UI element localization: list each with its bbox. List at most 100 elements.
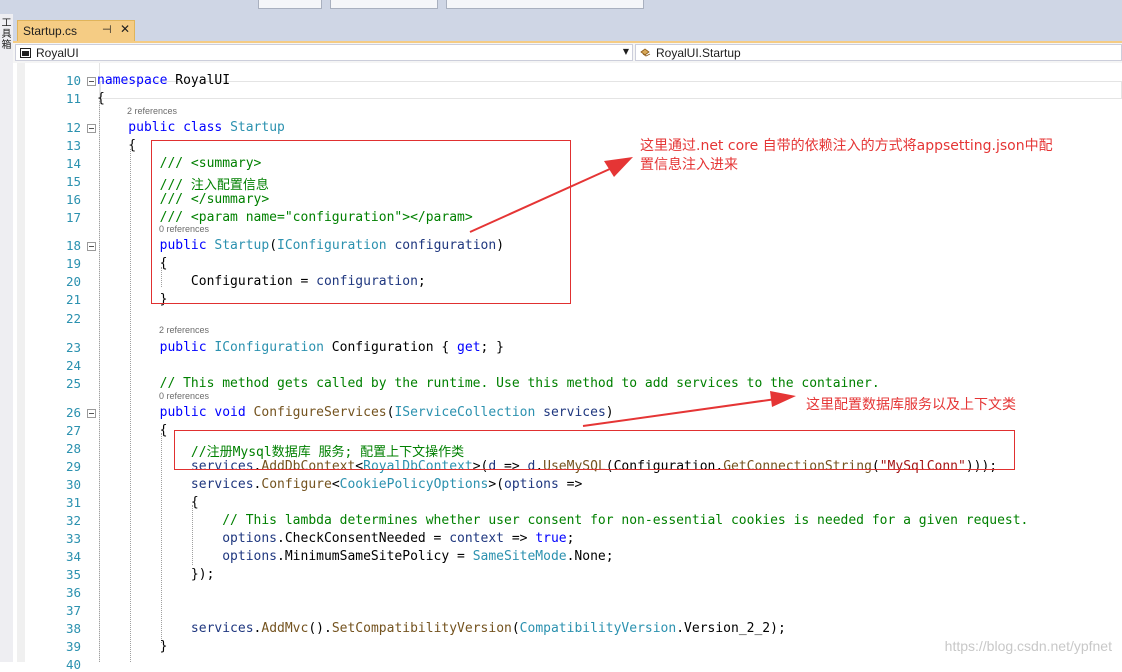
line-number: 19 [65,256,81,271]
highlight-box-dbcontext [174,430,1015,470]
toolbar-combo-config[interactable] [258,0,322,9]
code-token: SameSiteMode [472,549,567,564]
code-token: < [331,477,340,492]
code-line[interactable]: { [97,91,105,106]
code-line[interactable]: // This lambda determines whether user c… [97,513,1028,528]
line-number: 20 [65,274,81,289]
toolbar-combo-platform[interactable] [330,0,438,9]
chevron-down-icon[interactable]: ▼ [623,47,629,56]
code-line[interactable]: services.Configure<CookiePolicyOptions>(… [97,477,582,492]
code-line[interactable]: public void ConfigureServices(IServiceCo… [97,405,614,420]
code-token: Startup [230,120,285,135]
code-token: // This method gets called by the runtim… [97,376,880,391]
project-dropdown[interactable]: RoyalUI ▼ [15,44,633,61]
code-token: ; [566,531,575,546]
code-token: ; } [480,340,505,355]
code-token: >( [488,477,505,492]
collapse-icon[interactable] [87,409,96,418]
line-number: 25 [65,376,81,391]
close-icon[interactable]: ✕ [120,22,130,36]
code-line[interactable]: // This method gets called by the runtim… [97,376,880,391]
code-token: true [535,531,567,546]
code-line[interactable]: services.AddMvc().SetCompatibilityVersio… [97,621,786,636]
code-token: void [214,405,254,420]
codelens-references[interactable]: 2 references [127,106,177,116]
code-token: services [543,405,606,420]
line-number: 15 [65,174,81,189]
code-token: public [97,340,215,355]
codelens-references[interactable]: 0 references [159,391,209,401]
toolbar-combo-target[interactable] [446,0,644,9]
code-line[interactable]: options.CheckConsentNeeded = context => … [97,531,574,546]
code-token: .Version_2_2); [676,621,786,636]
code-line[interactable]: public class Startup [97,120,285,135]
line-number: 10 [65,73,81,88]
code-token: RoyalUI [175,73,231,88]
line-number: 17 [65,210,81,225]
line-number: 30 [65,477,81,492]
line-number: 27 [65,423,81,438]
annotation-di-note: 这里通过.net core 自带的依赖注入的方式将appsetting.json… [640,137,1118,175]
indicator-margin[interactable] [17,63,25,662]
collapse-icon[interactable] [87,77,96,86]
code-token: .CheckConsentNeeded = [277,531,450,546]
code-token: CompatibilityVersion [519,621,677,636]
line-number: 28 [65,441,81,456]
line-number: 35 [65,567,81,582]
code-line[interactable]: { [97,423,168,438]
code-line[interactable]: namespace RoyalUI [97,73,230,88]
code-line[interactable]: { [97,138,136,153]
code-token: class [183,120,231,135]
code-token: SetCompatibilityVersion [331,621,512,636]
annotation-di-note-line2: 置信息注入进来 [640,157,738,173]
code-token: CookiePolicyOptions [339,477,489,492]
line-number: 29 [65,459,81,474]
current-line-highlight [100,81,1122,99]
type-dropdown[interactable]: RoyalUI.Startup [635,44,1122,61]
main-toolbar [0,0,1122,15]
toolbox-label[interactable]: 工具箱 [0,18,13,51]
document-tab-strip: Startup.cs ⊣ ✕ [13,14,1122,41]
code-token: { [97,423,168,438]
code-token: => [558,477,583,492]
line-number: 18 [65,238,81,253]
code-token: namespace [97,73,176,88]
code-token: public [97,405,215,420]
collapse-icon[interactable] [87,242,96,251]
code-line[interactable]: options.MinimumSameSitePolicy = SameSite… [97,549,613,564]
line-number: 12 [65,120,81,135]
code-token: }); [97,567,215,582]
code-line[interactable]: public IConfiguration Configuration { ge… [97,340,504,355]
highlight-box-constructor [151,140,571,304]
annotation-di-note-line1: 这里通过.net core 自带的依赖注入的方式将appsetting.json… [640,138,1053,154]
line-number: 24 [65,358,81,373]
codelens-references[interactable]: 2 references [159,325,209,335]
code-token: public [97,120,184,135]
code-token: .MinimumSameSitePolicy = [277,549,473,564]
code-line[interactable]: { [97,495,199,510]
tab-startup-cs[interactable]: Startup.cs ⊣ ✕ [17,20,135,41]
code-token: ConfigureServices [253,405,387,420]
collapse-icon[interactable] [87,124,96,133]
toolbox-side-panel[interactable]: 工具箱 [0,14,14,662]
code-token: { [97,91,105,106]
code-token: Configuration { [323,340,458,355]
code-line[interactable]: } [97,639,168,654]
line-number: 11 [65,91,81,106]
code-token: => [504,531,536,546]
navigation-bar: RoyalUI ▼ RoyalUI.Startup [13,43,1122,64]
code-line[interactable]: }); [97,567,215,582]
code-token: services [97,477,254,492]
line-number: 33 [65,531,81,546]
line-number: 38 [65,621,81,636]
code-token: IConfiguration [214,340,324,355]
pin-icon[interactable]: ⊣ [102,23,112,36]
code-token: (). [308,621,332,636]
code-token: context [449,531,504,546]
line-number: 26 [65,405,81,420]
code-token: // This lambda determines whether user c… [97,513,1029,528]
line-number: 13 [65,138,81,153]
line-number: 16 [65,192,81,207]
line-number: 39 [65,639,81,654]
